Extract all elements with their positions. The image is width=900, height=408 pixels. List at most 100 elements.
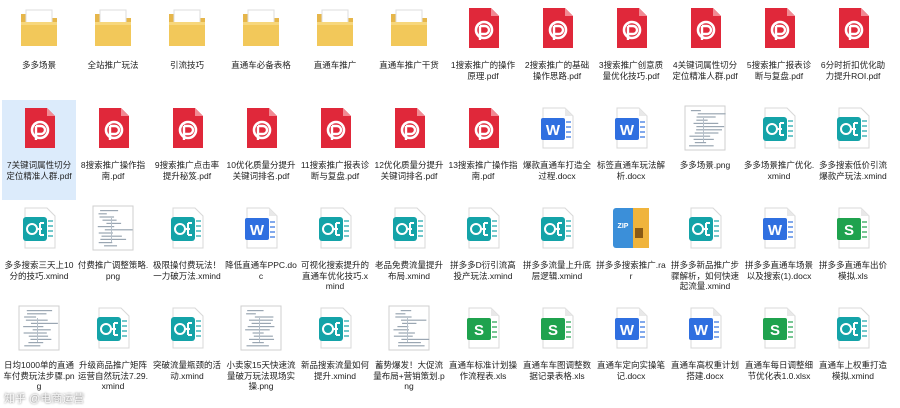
- xmind-file-icon: [757, 104, 801, 152]
- file-name: 直通车推广干货: [379, 60, 439, 70]
- file-item[interactable]: 13搜索推广操作指南.pdf: [446, 100, 520, 200]
- pdf-file-icon: [683, 4, 727, 52]
- file-name: 拼多多流量上升底层逻辑.xmind: [522, 260, 591, 281]
- file-item[interactable]: 拼多多流量上升底层逻辑.xmind: [520, 200, 594, 300]
- file-name: 多多场景推广优化.xmind: [743, 160, 815, 181]
- file-name: 4关键词属性切分定位精准人群.pdf: [672, 60, 738, 81]
- pdf-file-icon: [461, 4, 505, 52]
- file-name: 6分时折扣优化助力提升ROI.pdf: [820, 60, 886, 81]
- file-item[interactable]: W 标签直通车玩法解析.docx: [594, 100, 668, 200]
- file-item[interactable]: 老品免费流量提升布局.xmind: [372, 200, 446, 300]
- file-item[interactable]: 小卖家15天快速流量破万玩法现场实操.png: [224, 300, 298, 408]
- file-item[interactable]: S 直通车每日调整细节优化表1.0.xlsx: [742, 300, 816, 408]
- file-item[interactable]: 付费推广调整策略.png: [76, 200, 150, 300]
- file-item[interactable]: 12优化质量分提升关键词排名.pdf: [372, 100, 446, 200]
- file-item[interactable]: 蓄势爆发！大促流量布局+营销策划.png: [372, 300, 446, 408]
- file-name: 13搜索推广操作指南.pdf: [448, 160, 518, 181]
- file-name: 直通车上权重打造模拟.xmind: [818, 360, 887, 381]
- file-name: 拼多多D衍引流高投产玩法.xmind: [450, 260, 516, 281]
- file-name: 拼多多新品推广步骤解析，如何快速起流量.xmind: [670, 260, 739, 291]
- file-name: 突破流量瓶颈的活动.xmind: [152, 360, 221, 381]
- file-name: 日均1000单的直通车付费玩法步骤.png: [3, 360, 75, 391]
- file-name: 全站推广玩法: [87, 60, 139, 70]
- word-file-icon: W: [609, 304, 653, 352]
- file-item[interactable]: 直通车必备表格: [224, 0, 298, 100]
- file-item[interactable]: 3搜索推广创意质量优化技巧.pdf: [594, 0, 668, 100]
- file-name: 12优化质量分提升关键词排名.pdf: [374, 160, 444, 181]
- word-file-icon: W: [609, 104, 653, 152]
- svg-text:W: W: [694, 322, 709, 339]
- file-item[interactable]: S 直通车车图调整数据记录表格.xls: [520, 300, 594, 408]
- file-item[interactable]: ZIP 拼多多搜索推广.rar: [594, 200, 668, 300]
- file-item[interactable]: W 爆款直通车打造全过程.docx: [520, 100, 594, 200]
- image-file-icon: [387, 304, 431, 352]
- file-name: 小卖家15天快速流量破万玩法现场实操.png: [226, 360, 296, 391]
- file-item[interactable]: 4关键词属性切分定位精准人群.pdf: [668, 0, 742, 100]
- file-item[interactable]: W 拼多多直通车场景以及搜索(1).docx: [742, 200, 816, 300]
- file-name: 新品搜索流量如何提升.xmind: [300, 360, 369, 381]
- file-name: 1搜索推广的操作原理.pdf: [450, 60, 516, 81]
- file-item[interactable]: 引流技巧: [150, 0, 224, 100]
- file-name: 5搜索推广报表诊断与复盘.pdf: [746, 60, 812, 81]
- image-file-icon: [683, 104, 727, 152]
- file-item[interactable]: W 直通车高权重计划搭建.docx: [668, 300, 742, 408]
- file-item[interactable]: 直通车推广: [298, 0, 372, 100]
- file-item[interactable]: 拼多多D衍引流高投产玩法.xmind: [446, 200, 520, 300]
- file-item[interactable]: S 拼多多直通车出价模拟.xls: [816, 200, 890, 300]
- folder-icon: [17, 4, 61, 52]
- file-name: 直通车车图调整数据记录表格.xls: [522, 360, 591, 381]
- file-item[interactable]: 7关键词属性切分定位精准人群.pdf: [2, 100, 76, 200]
- svg-text:W: W: [620, 122, 635, 139]
- file-item[interactable]: 突破流量瓶颈的活动.xmind: [150, 300, 224, 408]
- file-name: 标签直通车玩法解析.docx: [596, 160, 665, 181]
- file-item[interactable]: 8搜索推广操作指南.pdf: [76, 100, 150, 200]
- file-item[interactable]: 可视化搜索提升的直通车优化技巧.xmind: [298, 200, 372, 300]
- file-item[interactable]: 极限操付费玩法！一力破万法.xmind: [150, 200, 224, 300]
- file-item[interactable]: 5搜索推广报表诊断与复盘.pdf: [742, 0, 816, 100]
- file-name: 11搜索推广报表诊断与复盘.pdf: [300, 160, 370, 181]
- word-file-icon: W: [535, 104, 579, 152]
- file-item[interactable]: 1搜索推广的操作原理.pdf: [446, 0, 520, 100]
- pdf-file-icon: [757, 4, 801, 52]
- file-item[interactable]: 多多搜索低价引流爆款产玩法.xmind: [816, 100, 890, 200]
- xmind-file-icon: [91, 304, 135, 352]
- image-file-icon: [91, 204, 135, 252]
- file-item[interactable]: 升级商品推广矩阵运营自然玩法7.29.xmind: [76, 300, 150, 408]
- folder-icon: [239, 4, 283, 52]
- folder-icon: [313, 4, 357, 52]
- svg-text:W: W: [546, 122, 561, 139]
- file-name: 多多搜索三天上10分的技巧.xmind: [4, 260, 74, 281]
- file-name: 引流技巧: [169, 60, 204, 70]
- file-name: 可视化搜索提升的直通车优化技巧.xmind: [300, 260, 369, 291]
- file-item[interactable]: 10优化质量分提升关键词排名.pdf: [224, 100, 298, 200]
- file-item[interactable]: 多多场景推广优化.xmind: [742, 100, 816, 200]
- file-item[interactable]: 多多搜索三天上10分的技巧.xmind: [2, 200, 76, 300]
- file-item[interactable]: 全站推广玩法: [76, 0, 150, 100]
- file-item[interactable]: W 直通车定向实操笔记.docx: [594, 300, 668, 408]
- file-name: 极限操付费玩法！一力破万法.xmind: [152, 260, 221, 281]
- file-item[interactable]: 多多场景: [2, 0, 76, 100]
- file-name: 蓄势爆发！大促流量布局+营销策划.png: [373, 360, 445, 391]
- file-name: 付费推广调整策略.png: [77, 260, 149, 281]
- file-item[interactable]: 9搜索推广点击率提升秘笈.pdf: [150, 100, 224, 200]
- pdf-file-icon: [609, 4, 653, 52]
- pdf-file-icon: [165, 104, 209, 152]
- svg-text:S: S: [474, 322, 484, 339]
- file-item[interactable]: 多多场景.png: [668, 100, 742, 200]
- file-name: 拼多多直通车场景以及搜索(1).docx: [744, 260, 813, 281]
- file-item[interactable]: 6分时折扣优化助力提升ROI.pdf: [816, 0, 890, 100]
- file-item[interactable]: 2搜索推广的基础操作思路.pdf: [520, 0, 594, 100]
- file-name: 多多搜索低价引流爆款产玩法.xmind: [818, 160, 887, 181]
- file-item[interactable]: 11搜索推广报表诊断与复盘.pdf: [298, 100, 372, 200]
- file-item[interactable]: S 直通车标准计划操作流程表.xls: [446, 300, 520, 408]
- file-item[interactable]: W 降低直通车PPC.doc: [224, 200, 298, 300]
- folder-icon: [91, 4, 135, 52]
- file-grid: 多多场景 全站推广玩法 引流技巧 直通车必备表格 直通车推广 直通车推广干货 1搜索推广的操…: [0, 0, 900, 408]
- file-name: 8搜索推广操作指南.pdf: [80, 160, 146, 181]
- file-item[interactable]: 直通车推广干货: [372, 0, 446, 100]
- file-name: 多多场景: [21, 60, 56, 70]
- file-item[interactable]: 直通车上权重打造模拟.xmind: [816, 300, 890, 408]
- file-name: 3搜索推广创意质量优化技巧.pdf: [598, 60, 664, 81]
- file-item[interactable]: 新品搜索流量如何提升.xmind: [298, 300, 372, 408]
- file-item[interactable]: 拼多多新品推广步骤解析，如何快速起流量.xmind: [668, 200, 742, 300]
